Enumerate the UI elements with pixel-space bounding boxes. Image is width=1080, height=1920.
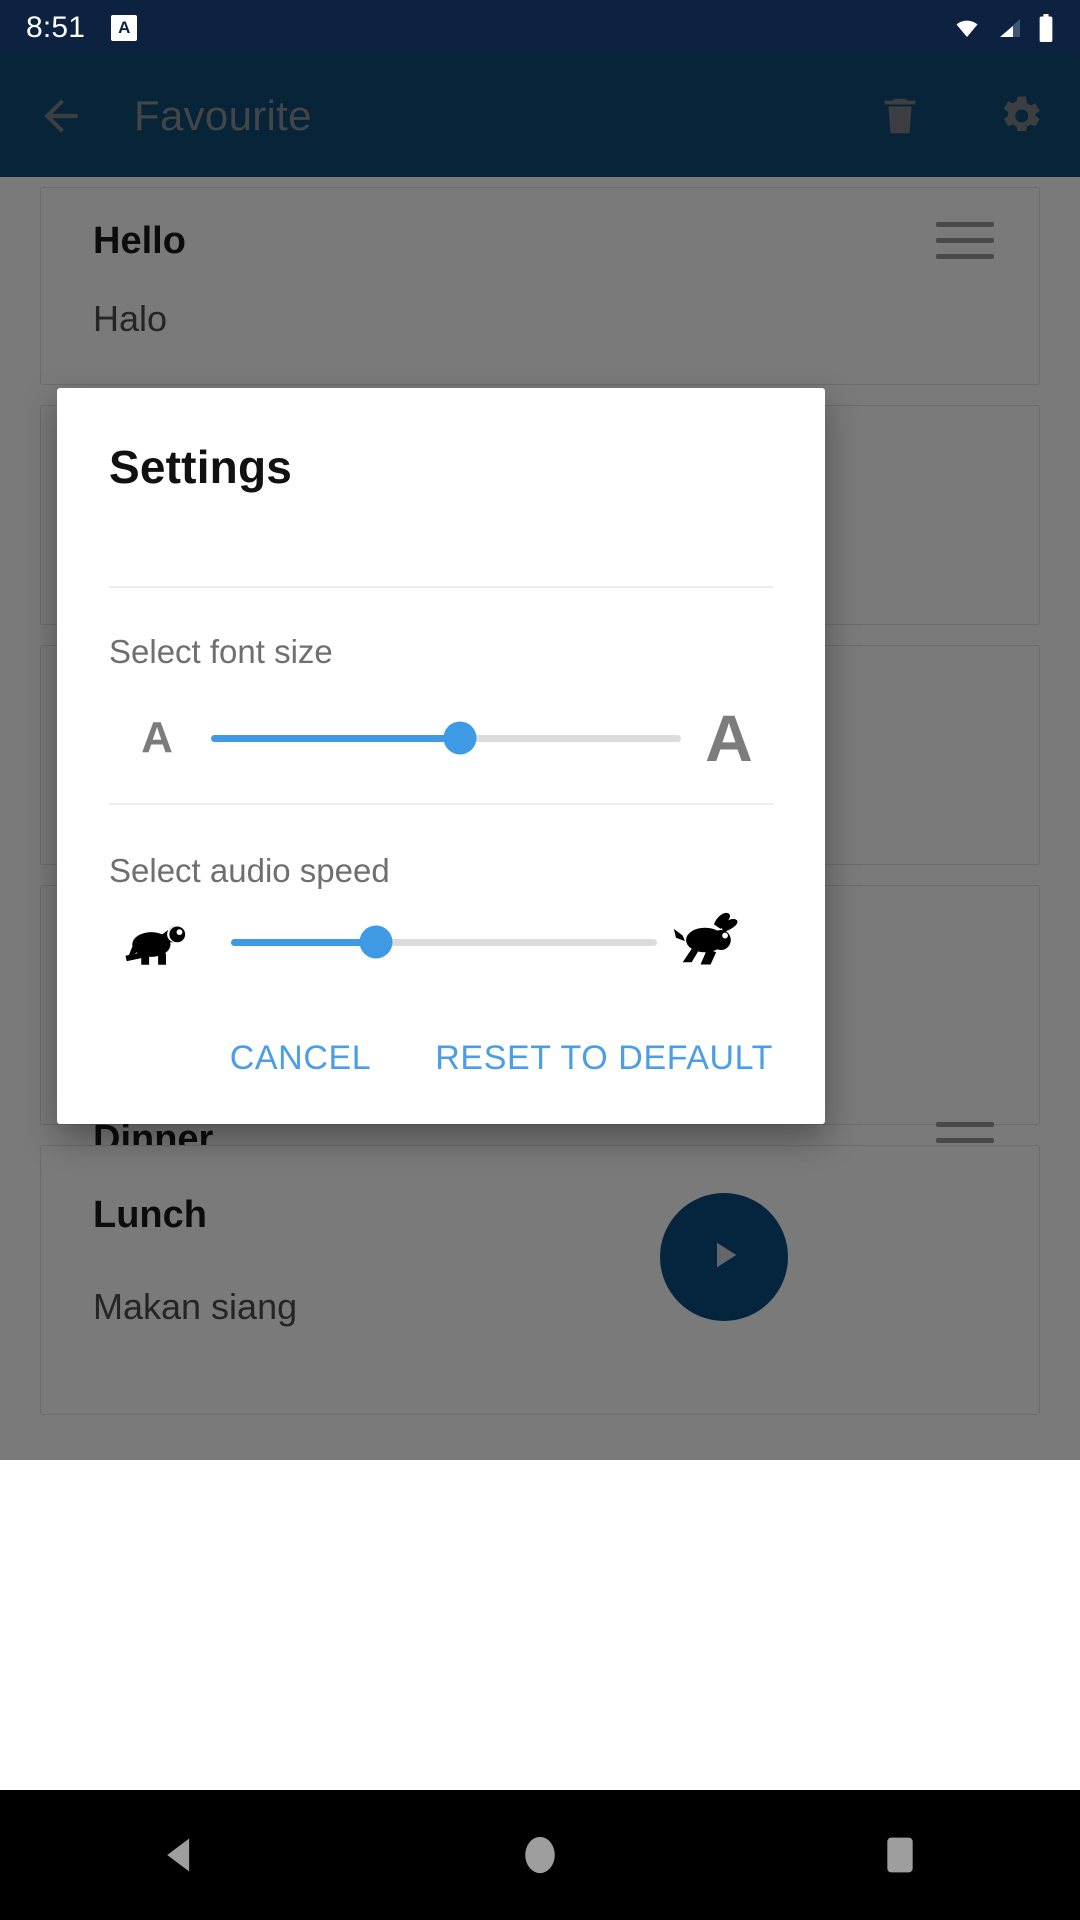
battery-icon [1038,13,1054,42]
rabbit-icon [669,911,741,974]
wifi-icon [952,16,982,40]
phone-screen: Hello Halo Dinner Makan malam Lunch Maka… [0,0,1080,1920]
divider [109,586,773,588]
font-size-label: Select font size [109,633,333,670]
audio-speed-label: Select audio speed [109,852,390,889]
font-size-max-icon: A [705,701,753,775]
font-size-slider-fill [211,734,461,742]
dialog-title: Settings [109,441,293,493]
font-size-slider-thumb[interactable] [443,721,477,755]
font-size-min-icon: A [141,713,173,762]
divider [109,803,773,805]
status-bar: 8:51 A [0,0,1080,55]
audio-speed-slider-row [57,900,825,984]
font-size-slider[interactable] [211,721,681,755]
system-nav-bar [0,1790,1080,1920]
nav-home-icon[interactable] [492,1807,588,1903]
turtle-icon [121,913,193,972]
font-size-slider-row: A A [57,696,825,780]
settings-dialog: Settings Select font size A A Select aud… [57,388,825,1124]
audio-speed-slider-fill [231,938,376,946]
audio-speed-slider[interactable] [231,925,657,959]
cellular-signal-icon [996,16,1024,40]
nav-back-icon[interactable] [132,1807,228,1903]
app-notification-icon: A [111,14,138,41]
reset-to-default-button[interactable]: RESET TO DEFAULT [429,1029,779,1088]
cancel-button[interactable]: CANCEL [224,1029,378,1088]
nav-recents-icon[interactable] [852,1807,948,1903]
dialog-actions: CANCEL RESET TO DEFAULT [224,1029,779,1088]
status-indicators [952,13,1054,42]
audio-speed-slider-thumb[interactable] [359,925,393,959]
status-clock: 8:51 [26,10,86,44]
